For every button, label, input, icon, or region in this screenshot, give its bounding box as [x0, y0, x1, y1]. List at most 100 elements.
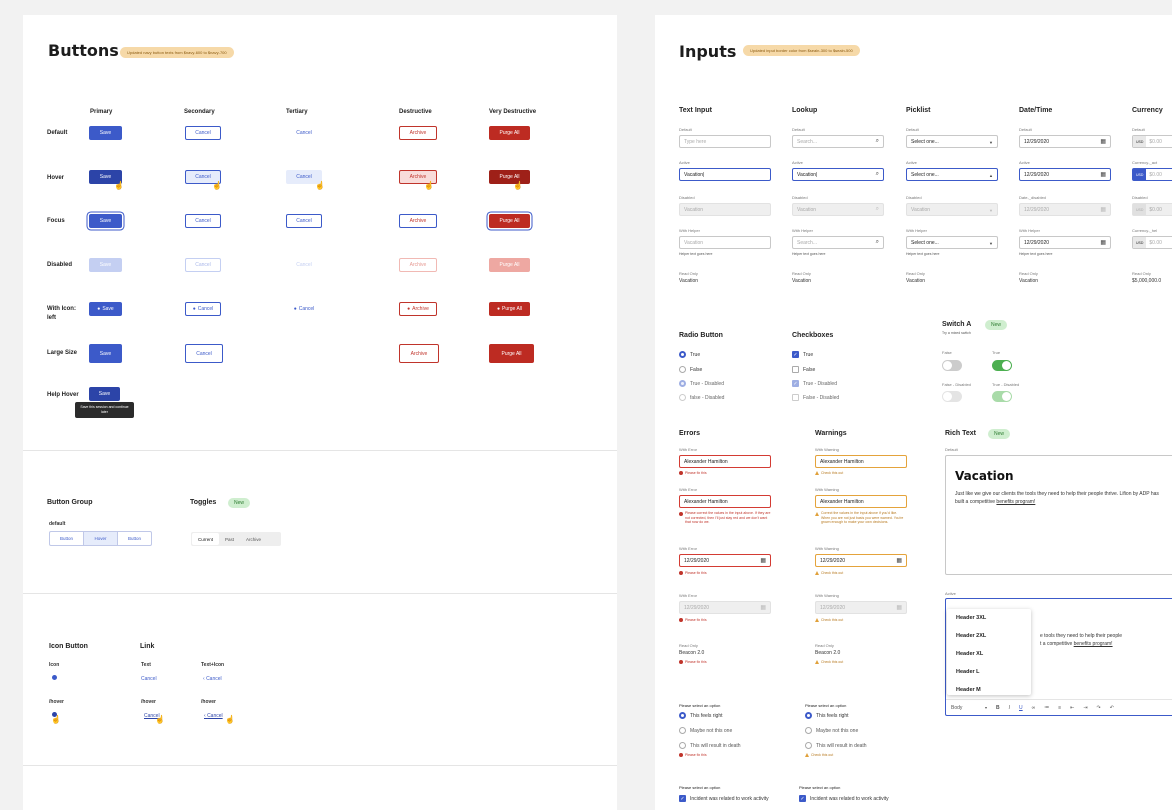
lookup-disabled-input: Vacation ⌕	[792, 203, 884, 216]
destructive-focus-button[interactable]: Archive	[399, 214, 437, 228]
bold-icon[interactable]: B	[996, 705, 1000, 711]
search-icon: ⌕	[875, 239, 879, 245]
option-1-radio-2[interactable]	[679, 727, 686, 734]
datetime-disabled-value: 12/29/2020	[1024, 206, 1050, 213]
pointer-cursor-icon: ☝	[513, 181, 523, 190]
toggle-past[interactable]: Past	[219, 533, 240, 545]
tertiary-focus-button[interactable]: Cancel	[286, 214, 322, 228]
datetime-active-input[interactable]: 12/29/2020 ▦	[1019, 168, 1111, 181]
text-helper-input[interactable]: Vacation	[679, 236, 771, 249]
primary-default-button[interactable]: Save	[89, 126, 122, 140]
error-date-input[interactable]: 12/29/2020 ▦	[679, 554, 771, 567]
primary-icon-button[interactable]: ● Save	[89, 302, 122, 316]
primary-large-button[interactable]: Save	[89, 344, 122, 363]
option-1-radio-3[interactable]	[679, 742, 686, 749]
warning-input-2[interactable]: Alexander Hamilton	[815, 495, 907, 508]
currency-helper-input[interactable]: USD $0.00	[1132, 236, 1172, 249]
link-icon-cancel-hover[interactable]: ‹ Cancel	[204, 713, 223, 719]
menu-item-header-xl[interactable]: Header XL	[947, 645, 1031, 663]
richtext-active-link[interactable]: benefits program!	[1074, 641, 1113, 647]
check-group-2-box[interactable]: ✓	[799, 795, 806, 802]
richtext-link[interactable]: benefits program!	[996, 499, 1035, 505]
menu-item-header-l[interactable]: Header L	[947, 663, 1031, 681]
richtext-active-body: e tools they need to help their people t …	[1040, 632, 1172, 648]
richtext-default-editor[interactable]: Vacation Just like we give our clients t…	[945, 455, 1172, 575]
primary-help-hover-button[interactable]: Save	[89, 387, 120, 401]
link-icon-cancel[interactable]: ‹ Cancel	[203, 676, 222, 682]
picklist-helper-select[interactable]: Select one... ▼	[906, 236, 998, 249]
icon-label: Icon	[49, 662, 60, 668]
group-button-1[interactable]: Button	[50, 532, 84, 545]
text-disabled-input: Vacation	[679, 203, 771, 216]
very-destructive-default-button[interactable]: Purge All	[489, 126, 530, 140]
pointer-cursor-icon: ☝	[155, 715, 165, 724]
radio-false[interactable]	[679, 366, 686, 373]
lookup-active-input[interactable]: Vacation| ⌕	[792, 168, 884, 181]
link-icon[interactable]: ∞	[1032, 705, 1036, 711]
text-active-input[interactable]: Vacation|	[679, 168, 771, 181]
link-cancel[interactable]: Cancel	[141, 676, 157, 682]
toggle-current[interactable]: Current	[192, 533, 220, 545]
group-button-3[interactable]: Button	[118, 532, 151, 545]
switch-false[interactable]	[942, 360, 962, 371]
tertiary-default-button[interactable]: Cancel	[286, 126, 322, 140]
very-destructive-large-button[interactable]: Purge All	[489, 344, 534, 363]
switch-true-disabled-label: True - Disabled	[992, 382, 1020, 387]
picklist-disabled-select: Vacation ▼	[906, 203, 998, 216]
picklist-active-select[interactable]: Select one... ▲	[906, 168, 998, 181]
very-destructive-focus-button[interactable]: Purge All	[489, 214, 530, 228]
tertiary-icon-button[interactable]: ● Cancel	[286, 302, 322, 316]
destructive-large-button[interactable]: Archive	[399, 344, 439, 363]
warning-input-1[interactable]: Alexander Hamilton	[815, 455, 907, 468]
redo-icon[interactable]: ↷	[1097, 705, 1101, 711]
lookup-default-input[interactable]: Search... ⌕	[792, 135, 884, 148]
warning-date-input[interactable]: 12/29/2020 ▦	[815, 554, 907, 567]
checkbox-true[interactable]: ✓	[792, 351, 799, 358]
search-icon: ⌕	[875, 171, 879, 177]
bullet-list-icon[interactable]: ≔	[1044, 705, 1049, 711]
secondary-large-button[interactable]: Cancel	[185, 344, 223, 363]
currency-active-input[interactable]: USD $0.00	[1132, 168, 1172, 181]
datetime-helper-input[interactable]: 12/29/2020 ▦	[1019, 236, 1111, 249]
option-2-radio-2[interactable]	[805, 727, 812, 734]
error-input-1[interactable]: Alexander Hamilton	[679, 455, 771, 468]
secondary-default-button[interactable]: Cancel	[185, 126, 221, 140]
richtext-active-label: Active	[945, 591, 956, 596]
currency-default-input[interactable]: USD $0.00	[1132, 135, 1172, 148]
destructive-icon-button[interactable]: ● Archive	[399, 302, 437, 316]
underline-icon[interactable]: U	[1019, 705, 1023, 711]
radio-true[interactable]	[679, 351, 686, 358]
indent-icon[interactable]: ⇥	[1083, 705, 1087, 711]
menu-item-header-3xl[interactable]: Header 3XL	[947, 609, 1031, 627]
check-group-1-box[interactable]: ✓	[679, 795, 686, 802]
richtext-default-label: Default	[945, 447, 958, 452]
style-select[interactable]: Body ▾	[951, 705, 987, 711]
menu-item-header-2xl[interactable]: Header 2XL	[947, 627, 1031, 645]
undo-icon[interactable]: ↶	[1110, 705, 1114, 711]
text-default-input[interactable]: Type here	[679, 135, 771, 148]
outdent-icon[interactable]: ⇤	[1070, 705, 1074, 711]
lookup-helper-input[interactable]: Search... ⌕	[792, 236, 884, 249]
button-group-title: Button Group	[47, 499, 93, 506]
numbered-list-icon[interactable]: ≡	[1058, 705, 1061, 711]
primary-focus-button[interactable]: Save	[89, 214, 122, 228]
menu-item-header-m[interactable]: Header M	[947, 681, 1031, 695]
option-1-radio-1[interactable]	[679, 712, 686, 719]
italic-icon[interactable]: I	[1009, 705, 1010, 711]
group-button-hover[interactable]: Hover	[84, 532, 118, 545]
option-2-radio-1[interactable]	[805, 712, 812, 719]
secondary-icon-button[interactable]: ● Cancel	[185, 302, 221, 316]
destructive-default-button[interactable]: Archive	[399, 126, 437, 140]
circle-icon-button[interactable]	[52, 675, 57, 680]
checkbox-false[interactable]	[792, 366, 799, 373]
picklist-default-select[interactable]: Select one... ▼	[906, 135, 998, 148]
link-text-icon-label: Text+Icon	[201, 662, 225, 668]
error-input-2[interactable]: Alexander Hamilton	[679, 495, 771, 508]
very-destructive-icon-button[interactable]: ● Purge All	[489, 302, 530, 316]
very-destructive-hover-button[interactable]: Purge All	[489, 170, 530, 184]
option-2-radio-3[interactable]	[805, 742, 812, 749]
secondary-focus-button[interactable]: Cancel	[185, 214, 221, 228]
toggle-archive[interactable]: Archive	[240, 533, 267, 545]
datetime-default-input[interactable]: 12/29/2020 ▦	[1019, 135, 1111, 148]
switch-true[interactable]	[992, 360, 1012, 371]
